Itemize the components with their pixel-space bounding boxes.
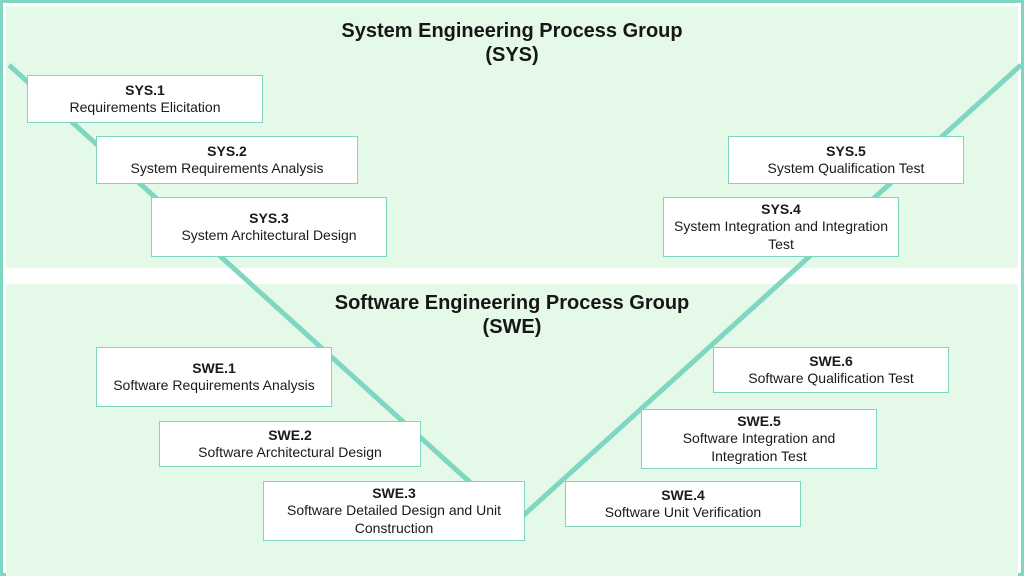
process-box-sys1: SYS.1 Requirements Elicitation (27, 75, 263, 123)
process-box-swe6: SWE.6 Software Qualification Test (713, 347, 949, 393)
box-code: SWE.1 (192, 360, 236, 378)
sys-title-line1: System Engineering Process Group (341, 20, 682, 42)
diagram-frame: System Engineering Process Group (SYS) S… (0, 0, 1024, 576)
sys-group-title: System Engineering Process Group (SYS) (3, 19, 1021, 67)
box-label: Software Qualification Test (748, 370, 914, 388)
box-label: Requirements Elicitation (70, 99, 221, 117)
box-label: Software Architectural Design (198, 444, 382, 462)
process-box-swe2: SWE.2 Software Architectural Design (159, 421, 421, 467)
swe-group-title: Software Engineering Process Group (SWE) (3, 291, 1021, 339)
process-box-sys3: SYS.3 System Architectural Design (151, 197, 387, 257)
box-code: SYS.5 (826, 143, 866, 161)
sys-title-line2: (SYS) (485, 44, 538, 66)
box-code: SWE.4 (661, 487, 705, 505)
box-label: Software Integration and Integration Tes… (650, 430, 868, 465)
box-label: Software Detailed Design and Unit Constr… (272, 502, 516, 537)
box-label: System Integration and Integration Test (672, 218, 890, 253)
box-code: SYS.2 (207, 143, 247, 161)
swe-title-line1: Software Engineering Process Group (335, 292, 690, 314)
box-code: SWE.3 (372, 485, 416, 503)
process-box-swe3: SWE.3 Software Detailed Design and Unit … (263, 481, 525, 541)
process-box-sys2: SYS.2 System Requirements Analysis (96, 136, 358, 184)
box-label: Software Requirements Analysis (113, 377, 315, 395)
box-code: SWE.2 (268, 427, 312, 445)
box-code: SWE.6 (809, 353, 853, 371)
box-code: SWE.5 (737, 413, 781, 431)
process-box-sys4: SYS.4 System Integration and Integration… (663, 197, 899, 257)
box-code: SYS.1 (125, 82, 165, 100)
box-code: SYS.4 (761, 201, 801, 219)
box-code: SYS.3 (249, 210, 289, 228)
process-box-swe5: SWE.5 Software Integration and Integrati… (641, 409, 877, 469)
box-label: System Architectural Design (181, 227, 356, 245)
box-label: Software Unit Verification (605, 504, 761, 522)
swe-title-line2: (SWE) (483, 316, 542, 338)
process-box-sys5: SYS.5 System Qualification Test (728, 136, 964, 184)
process-box-swe4: SWE.4 Software Unit Verification (565, 481, 801, 527)
box-label: System Requirements Analysis (131, 160, 324, 178)
box-label: System Qualification Test (768, 160, 925, 178)
process-box-swe1: SWE.1 Software Requirements Analysis (96, 347, 332, 407)
